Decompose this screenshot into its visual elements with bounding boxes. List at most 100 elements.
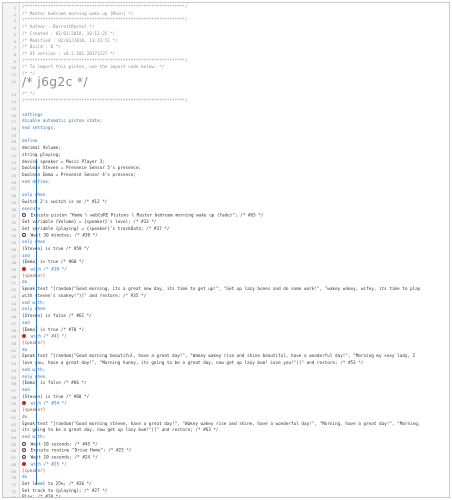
line-number: 12 bbox=[11, 78, 16, 84]
code-text: {Steven} is false /* #61 */ bbox=[22, 314, 445, 321]
code-text: end define; bbox=[22, 180, 445, 187]
code-line-content: end with; bbox=[22, 300, 46, 306]
code-text: only when bbox=[22, 240, 445, 247]
line-number: 32 bbox=[11, 220, 16, 225]
code-text: /* j6g2c */ bbox=[22, 76, 445, 88]
code-text: end settings; bbox=[22, 126, 445, 133]
code-line: 46 {Steven} is false /* #61 */ bbox=[3, 314, 449, 321]
code-text: {Steven} is true /* #68 */ bbox=[22, 395, 445, 402]
code-line-content: end settings; bbox=[22, 125, 56, 131]
code-text: end with; bbox=[22, 435, 445, 442]
code-line-content: and bbox=[22, 320, 30, 326]
line-number: 44 bbox=[11, 300, 16, 306]
code-text: /***************************************… bbox=[22, 99, 445, 106]
device-gear-icon bbox=[22, 267, 26, 272]
code-text: string playing; bbox=[22, 153, 445, 160]
command-circle-icon bbox=[22, 455, 26, 460]
code-line-content: end with; bbox=[22, 435, 46, 440]
code-line: 50 {speaker} bbox=[3, 341, 449, 348]
code-line: 4 /* Author : BarrettRectel */ bbox=[3, 25, 449, 32]
line-number: 7 bbox=[13, 45, 16, 51]
code-line: 73 Play; /* #28 */ bbox=[3, 495, 449, 498]
code-line-content: with /* #10 */ bbox=[28, 267, 67, 273]
code-line: 22 string playing; bbox=[3, 153, 449, 160]
code-line: 14 /*************************************… bbox=[3, 99, 449, 106]
code-line: 43 with steven's snakey!")]" and restore… bbox=[3, 294, 449, 301]
line-number: 63 bbox=[11, 428, 16, 434]
code-line-content: only when bbox=[22, 374, 46, 380]
code-line-content: boolean Emma = Presence Sensor 4's prese… bbox=[22, 172, 136, 178]
line-number: 38 bbox=[11, 260, 16, 266]
line-number: 54 bbox=[11, 367, 16, 373]
code-line: 72 Set track to {playing}; /* #27 */ bbox=[3, 489, 449, 496]
code-line: 33 Set variable {playing} = {speaker}'s … bbox=[3, 227, 449, 234]
code-line-content: /* Created : 01/01/2018, 10:12:25 */ bbox=[22, 31, 116, 37]
code-line-content: {speaker} bbox=[22, 408, 46, 414]
line-number: 1 bbox=[13, 5, 16, 10]
line-number: 50 bbox=[11, 340, 16, 346]
line-number: 16 bbox=[11, 112, 16, 118]
code-line-content: /* j6g2c */ bbox=[22, 74, 89, 89]
device-gear-icon bbox=[22, 461, 26, 466]
line-number: 71 bbox=[11, 482, 16, 488]
code-line: 32 Set variable {Volume} = {speaker}'s l… bbox=[3, 220, 449, 227]
code-line-content: do bbox=[22, 414, 28, 420]
code-line: 60 {speaker} bbox=[3, 408, 449, 415]
code-line: 67 Wait 10 seconds; /* #24 */ bbox=[3, 455, 449, 462]
line-number: 13 bbox=[11, 92, 16, 98]
code-line-content: disable automatic piston state; bbox=[22, 119, 103, 125]
line-number: 65 bbox=[11, 441, 16, 447]
code-line-content: only when bbox=[22, 240, 46, 246]
line-number: 39 bbox=[11, 267, 16, 273]
line-number: 51 bbox=[11, 347, 16, 353]
code-text: its going to be a great day, now get up … bbox=[22, 428, 445, 435]
code-text: disable automatic piston state; bbox=[22, 119, 445, 126]
line-number: 62 bbox=[11, 421, 16, 427]
line-number: 18 bbox=[11, 125, 16, 131]
code-line-content: /* Build : 8 */ bbox=[22, 45, 61, 51]
line-number: 52 bbox=[11, 354, 16, 360]
code-line: 21 decimal Volume; bbox=[3, 146, 449, 153]
code-line: 1 /**************************************… bbox=[3, 5, 449, 12]
code-line: 69 {speaker} bbox=[3, 469, 449, 476]
code-line-content: Speak text "[random("Good morning steven… bbox=[22, 421, 421, 427]
code-line-content: do bbox=[22, 347, 28, 353]
code-text: with steven's snakey!")]" and restore; /… bbox=[22, 294, 445, 301]
code-line-content: and bbox=[22, 387, 30, 393]
code-text: /***************************************… bbox=[22, 5, 445, 12]
code-text: Speak text "[random("Good morning, its a… bbox=[22, 287, 445, 294]
code-text: boolean Emma = Presence Sensor 4's prese… bbox=[22, 173, 445, 180]
line-number: 53 bbox=[11, 361, 16, 367]
code-line-content: /* Author : BarrettRectel */ bbox=[22, 25, 95, 31]
code-text: /* Modified : 02/01/2018, 13:33:51 */ bbox=[22, 39, 445, 46]
code-line-content: execute bbox=[22, 206, 41, 212]
line-number: 11 bbox=[11, 72, 16, 78]
code-line: 29 Switch 2's switch is on /* #12 */ bbox=[3, 200, 449, 207]
code-text: decimal Volume; bbox=[22, 146, 445, 153]
line-number: 41 bbox=[11, 280, 16, 286]
line-number: 23 bbox=[11, 159, 16, 165]
code-line: 56 {Emma} is false /* #66 */ bbox=[3, 381, 449, 388]
code-line-content: Wait 10 seconds; /* #24 */ bbox=[28, 455, 98, 461]
code-line-content: {speaker} bbox=[22, 273, 46, 279]
code-line-content: /***************************************… bbox=[22, 58, 188, 64]
line-number: 9 bbox=[13, 58, 16, 64]
line-number: 73 bbox=[11, 495, 16, 498]
line-number: 67 bbox=[11, 455, 16, 461]
code-line-content: Set variable {Volume} = {speaker}'s leve… bbox=[22, 220, 157, 225]
line-number: 43 bbox=[11, 293, 16, 299]
line-number: 64 bbox=[11, 435, 16, 440]
code-line-content: decimal Volume; bbox=[22, 146, 61, 152]
code-line: 66 Execute routine "Drive Home"; /* #23 … bbox=[3, 448, 449, 455]
line-number: 48 bbox=[11, 327, 16, 333]
device-gear-icon bbox=[22, 401, 26, 406]
line-number: 28 bbox=[11, 193, 16, 199]
code-line: 44 end with; bbox=[3, 301, 449, 308]
code-line: 6 /* Modified : 02/01/2018, 13:33:51 */ bbox=[3, 39, 449, 46]
code-line-content: Wait 30 minutes; /* #38 */ bbox=[28, 233, 98, 239]
code-line: 8 /* UI version : v0.2.101.20171227 */ bbox=[3, 52, 449, 59]
code-line-content: string playing; bbox=[22, 152, 61, 158]
code-text: {speaker} bbox=[22, 469, 445, 476]
code-line-content: /***************************************… bbox=[22, 5, 188, 10]
code-line-content: with /* #41 */ bbox=[28, 334, 67, 340]
